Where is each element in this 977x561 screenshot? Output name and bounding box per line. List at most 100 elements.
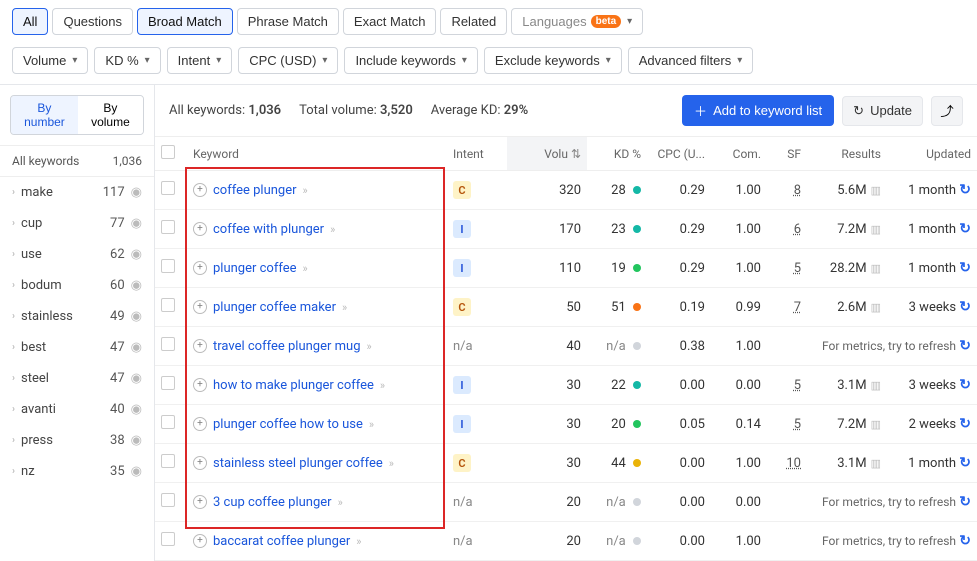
keyword-link[interactable]: travel coffee plunger mug bbox=[213, 339, 361, 354]
serp-icon[interactable]: ▥ bbox=[871, 457, 881, 470]
open-icon[interactable]: » bbox=[303, 184, 308, 197]
open-icon[interactable]: » bbox=[380, 379, 385, 392]
filter-cpc[interactable]: CPC (USD)▾ bbox=[238, 47, 338, 74]
serp-icon[interactable]: ▥ bbox=[871, 262, 881, 275]
refresh-icon[interactable]: ↻ bbox=[959, 221, 971, 237]
sidebar-item-best[interactable]: ›best47◉ bbox=[0, 332, 154, 363]
col-keyword[interactable]: Keyword bbox=[187, 137, 447, 171]
sf-value[interactable]: 5 bbox=[794, 417, 801, 432]
sidebar-item-nz[interactable]: ›nz35◉ bbox=[0, 456, 154, 487]
filter-kd[interactable]: KD %▾ bbox=[94, 47, 160, 74]
row-checkbox[interactable] bbox=[161, 532, 175, 546]
refresh-icon[interactable]: ↻ bbox=[959, 455, 971, 471]
expand-icon[interactable]: + bbox=[193, 495, 207, 509]
row-checkbox[interactable] bbox=[161, 337, 175, 351]
serp-icon[interactable]: ▥ bbox=[871, 301, 881, 314]
tab-related[interactable]: Related bbox=[440, 8, 507, 35]
keyword-link[interactable]: baccarat coffee plunger bbox=[213, 534, 350, 549]
expand-icon[interactable]: + bbox=[193, 417, 207, 431]
tab-questions[interactable]: Questions bbox=[52, 8, 133, 35]
col-com[interactable]: Com. bbox=[711, 137, 767, 171]
expand-icon[interactable]: + bbox=[193, 378, 207, 392]
sidebar-item-stainless[interactable]: ›stainless49◉ bbox=[0, 301, 154, 332]
expand-icon[interactable]: + bbox=[193, 534, 207, 548]
sf-value[interactable]: 6 bbox=[794, 222, 801, 237]
expand-icon[interactable]: + bbox=[193, 300, 207, 314]
sidebar-item-cup[interactable]: ›cup77◉ bbox=[0, 208, 154, 239]
eye-icon[interactable]: ◉ bbox=[131, 247, 142, 262]
row-checkbox[interactable] bbox=[161, 181, 175, 195]
filter-include[interactable]: Include keywords▾ bbox=[344, 47, 477, 74]
refresh-icon[interactable]: ↻ bbox=[959, 182, 971, 198]
refresh-icon[interactable]: ↻ bbox=[959, 377, 971, 393]
eye-icon[interactable]: ◉ bbox=[131, 464, 142, 479]
eye-icon[interactable]: ◉ bbox=[131, 402, 142, 417]
eye-icon[interactable]: ◉ bbox=[131, 278, 142, 293]
tab-phrase-match[interactable]: Phrase Match bbox=[237, 8, 339, 35]
tab-all[interactable]: All bbox=[12, 8, 48, 35]
keyword-link[interactable]: plunger coffee how to use bbox=[213, 417, 363, 432]
refresh-icon[interactable]: ↻ bbox=[959, 260, 971, 276]
eye-icon[interactable]: ◉ bbox=[131, 309, 142, 324]
col-cpc[interactable]: CPC (U... bbox=[647, 137, 711, 171]
col-volume[interactable]: Volu ⇅ bbox=[507, 137, 587, 171]
sidebar-item-use[interactable]: ›use62◉ bbox=[0, 239, 154, 270]
toggle-by-number[interactable]: By number bbox=[11, 96, 78, 134]
keyword-link[interactable]: coffee plunger bbox=[213, 183, 297, 198]
select-all-checkbox[interactable] bbox=[161, 145, 175, 159]
eye-icon[interactable]: ◉ bbox=[131, 185, 142, 200]
open-icon[interactable]: » bbox=[369, 418, 374, 431]
open-icon[interactable]: » bbox=[338, 496, 343, 509]
refresh-icon[interactable]: ↻ bbox=[959, 416, 971, 432]
serp-icon[interactable]: ▥ bbox=[871, 223, 881, 236]
export-button[interactable]: ⤴ bbox=[931, 96, 963, 126]
refresh-icon[interactable]: ↻ bbox=[959, 338, 971, 354]
col-updated[interactable]: Updated bbox=[887, 137, 977, 171]
expand-icon[interactable]: + bbox=[193, 456, 207, 470]
refresh-icon[interactable]: ↻ bbox=[959, 494, 971, 510]
serp-icon[interactable]: ▥ bbox=[871, 379, 881, 392]
refresh-icon[interactable]: ↻ bbox=[959, 533, 971, 549]
keyword-link[interactable]: plunger coffee bbox=[213, 261, 297, 276]
sidebar-item-make[interactable]: ›make117◉ bbox=[0, 177, 154, 208]
row-checkbox[interactable] bbox=[161, 454, 175, 468]
sf-value[interactable]: 7 bbox=[794, 300, 801, 315]
keyword-link[interactable]: 3 cup coffee plunger bbox=[213, 495, 332, 510]
add-to-list-button[interactable]: ＋Add to keyword list bbox=[682, 95, 834, 126]
tab-languages[interactable]: Languages beta ▾ bbox=[511, 8, 643, 35]
sidebar-item-press[interactable]: ›press38◉ bbox=[0, 425, 154, 456]
toggle-by-volume[interactable]: By volume bbox=[78, 96, 143, 134]
keyword-link[interactable]: plunger coffee maker bbox=[213, 300, 336, 315]
col-results[interactable]: Results bbox=[807, 137, 887, 171]
keyword-link[interactable]: stainless steel plunger coffee bbox=[213, 456, 383, 471]
eye-icon[interactable]: ◉ bbox=[131, 216, 142, 231]
eye-icon[interactable]: ◉ bbox=[131, 371, 142, 386]
expand-icon[interactable]: + bbox=[193, 261, 207, 275]
row-checkbox[interactable] bbox=[161, 493, 175, 507]
open-icon[interactable]: » bbox=[303, 262, 308, 275]
expand-icon[interactable]: + bbox=[193, 222, 207, 236]
col-sf[interactable]: SF bbox=[767, 137, 807, 171]
sf-value[interactable]: 10 bbox=[786, 456, 801, 471]
expand-icon[interactable]: + bbox=[193, 183, 207, 197]
row-checkbox[interactable] bbox=[161, 220, 175, 234]
open-icon[interactable]: » bbox=[367, 340, 372, 353]
keyword-link[interactable]: coffee with plunger bbox=[213, 222, 324, 237]
open-icon[interactable]: » bbox=[342, 301, 347, 314]
row-checkbox[interactable] bbox=[161, 298, 175, 312]
update-button[interactable]: ↻Update bbox=[842, 96, 923, 126]
filter-volume[interactable]: Volume▾ bbox=[12, 47, 88, 74]
open-icon[interactable]: » bbox=[389, 457, 394, 470]
col-intent[interactable]: Intent bbox=[447, 137, 507, 171]
sidebar-item-steel[interactable]: ›steel47◉ bbox=[0, 363, 154, 394]
row-checkbox[interactable] bbox=[161, 376, 175, 390]
tab-exact-match[interactable]: Exact Match bbox=[343, 8, 437, 35]
open-icon[interactable]: » bbox=[356, 535, 361, 548]
eye-icon[interactable]: ◉ bbox=[131, 340, 142, 355]
tab-broad-match[interactable]: Broad Match bbox=[137, 8, 233, 35]
keyword-link[interactable]: how to make plunger coffee bbox=[213, 378, 374, 393]
eye-icon[interactable]: ◉ bbox=[131, 433, 142, 448]
open-icon[interactable]: » bbox=[330, 223, 335, 236]
sf-value[interactable]: 5 bbox=[794, 261, 801, 276]
row-checkbox[interactable] bbox=[161, 259, 175, 273]
